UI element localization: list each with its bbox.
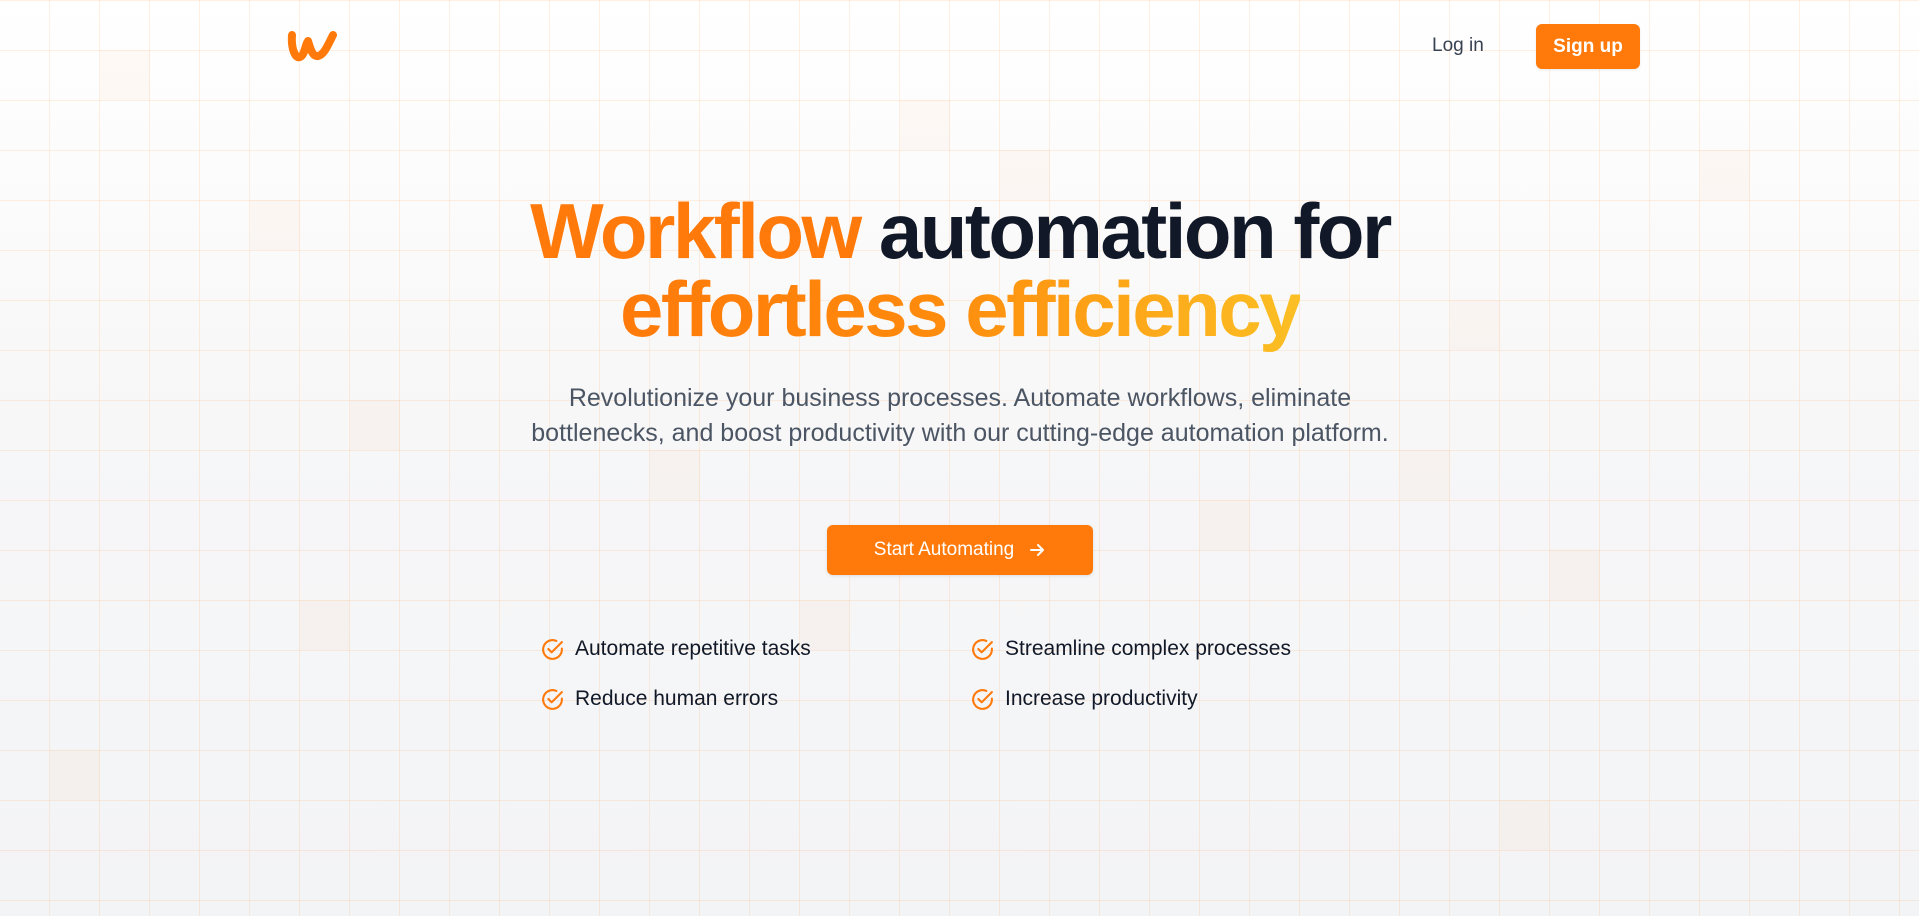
feature-label: Automate repetitive tasks — [575, 637, 811, 660]
start-automating-button[interactable]: Start Automating — [827, 525, 1093, 575]
check-circle-icon — [972, 688, 993, 710]
grid-background — [0, 0, 1919, 916]
w-logo-icon[interactable] — [286, 26, 338, 64]
site-header: Log in Sign up — [0, 0, 1919, 92]
check-circle-icon — [972, 638, 993, 660]
hero-title-highlight: Workflow — [530, 187, 862, 275]
arrow-right-icon — [1030, 544, 1045, 556]
hero-subtitle: Revolutionize your business processes. A… — [531, 384, 1389, 447]
hero-title-line-2: effortless efficiency — [460, 270, 1460, 348]
check-circle-icon — [542, 638, 563, 660]
login-link[interactable]: Log in — [1432, 32, 1484, 60]
feature-item: Automate repetitive tasks — [540, 632, 811, 666]
feature-item: Streamline complex processes — [970, 632, 1291, 666]
hero-title-rest: automation for — [859, 187, 1392, 275]
feature-label: Streamline complex processes — [1005, 637, 1291, 660]
hero-title-gradient: effortless efficiency — [619, 265, 1303, 353]
hero-title-line-1: Workflow automation for — [460, 192, 1460, 270]
feature-label: Increase productivity — [1005, 687, 1198, 710]
cta-label: Start Automating — [873, 539, 1015, 560]
check-circle-icon — [542, 688, 563, 710]
hero-title: Workflow automation for effortless effic… — [460, 192, 1460, 348]
feature-list: Automate repetitive tasks Streamline com… — [540, 632, 1400, 732]
feature-item: Increase productivity — [970, 682, 1198, 716]
feature-label: Reduce human errors — [575, 687, 779, 710]
signup-button[interactable]: Sign up — [1536, 24, 1640, 69]
feature-item: Reduce human errors — [540, 682, 778, 716]
